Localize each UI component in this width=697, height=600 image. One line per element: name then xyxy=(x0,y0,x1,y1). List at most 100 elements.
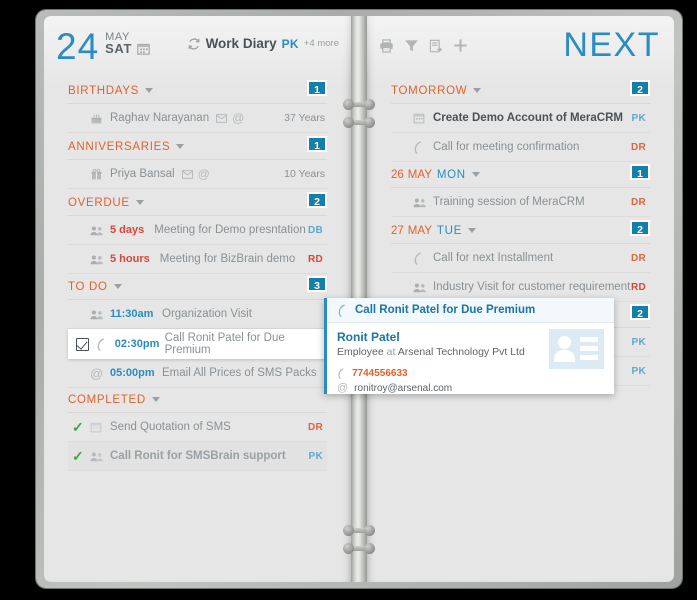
section-badge: 2 xyxy=(630,220,650,236)
chevron-down-icon[interactable] xyxy=(151,397,160,402)
list-item-selected[interactable]: 02:30pm Call Ronit Patel for Due Premium xyxy=(68,329,336,359)
list-item-years: 37 Years xyxy=(284,112,325,124)
list-item[interactable]: ✓ Call Ronit for SMSBrain support PK xyxy=(68,442,327,471)
section-badge: 1 xyxy=(307,136,327,152)
phone-icon xyxy=(413,140,433,154)
page-title: NEXT xyxy=(563,26,660,64)
list-item-time: 02:30pm xyxy=(114,338,160,350)
phone-icon xyxy=(96,337,115,351)
calendar-icon[interactable] xyxy=(137,42,150,55)
list-item-time: 05:00pm xyxy=(110,367,155,379)
list-item-time: 5 hours xyxy=(110,253,150,265)
contact-phone[interactable]: 7744556633 xyxy=(352,367,408,380)
chevron-down-icon[interactable] xyxy=(135,200,144,205)
section-badge: 2 xyxy=(630,80,650,96)
section-date-day: 26 xyxy=(391,168,404,181)
check-icon: ✓ xyxy=(72,447,84,464)
list-item-initials: DB xyxy=(307,224,323,236)
section-header-todo[interactable]: TO DO 3 xyxy=(68,274,327,300)
print-icon[interactable] xyxy=(379,38,394,53)
add-icon[interactable] xyxy=(453,38,468,53)
section-header-tomorrow[interactable]: TOMORROW 2 xyxy=(391,78,650,104)
list-item-label: Organization Visit xyxy=(162,308,252,320)
calendar-icon xyxy=(90,421,110,433)
people-icon xyxy=(413,197,433,208)
section-tomorrow: TOMORROW 2 Create Demo Account of MeraCR… xyxy=(391,78,650,162)
work-diary-selector[interactable]: Work Diary PK +4 more xyxy=(187,36,339,51)
work-diary-more[interactable]: +4 more xyxy=(304,38,339,49)
list-item[interactable]: Training session of MeraCRM DR xyxy=(391,188,650,217)
chevron-down-icon[interactable] xyxy=(467,228,476,233)
list-item[interactable]: 5 days Meeting for Demo presntation DB xyxy=(68,216,327,245)
contact-email-line[interactable]: @ ronitroy@arsenal.com xyxy=(337,382,604,395)
spiral-ring xyxy=(343,525,375,536)
list-item[interactable]: Priya Bansal @ 10 Years xyxy=(68,160,327,189)
contact-role: Employee xyxy=(337,346,384,358)
contact-company: Arsenal Technology Pvt Ltd xyxy=(397,346,525,358)
at-icon: @ xyxy=(337,382,349,394)
list-item[interactable]: ✓ Send Quotation of SMS DR xyxy=(68,413,327,442)
chevron-down-icon[interactable] xyxy=(471,172,480,177)
work-diary-owner: PK xyxy=(281,36,299,51)
section-title: OVERDUE xyxy=(68,196,130,209)
section-todo: TO DO 3 11:30am Organization Visit 02:30… xyxy=(68,274,336,388)
phone-icon xyxy=(413,251,433,265)
contact-popup-card[interactable]: Call Ronit Patel for Due Premium Ronit P… xyxy=(324,298,614,394)
people-icon xyxy=(90,225,110,236)
section-header-birthdays[interactable]: BIRTHDAYS 1 xyxy=(68,78,327,104)
section-date-month: MAY xyxy=(407,224,432,237)
spiral-ring xyxy=(343,99,375,110)
day-number: 24 xyxy=(56,26,100,67)
list-item-label: Priya Bansal xyxy=(110,168,175,180)
filter-icon[interactable] xyxy=(404,39,419,53)
at-icon[interactable]: @ xyxy=(232,111,244,125)
section-date-day: 27 xyxy=(391,224,404,237)
contact-email[interactable]: ronitroy@arsenal.com xyxy=(354,382,452,395)
chevron-down-icon[interactable] xyxy=(113,284,122,289)
list-item-label: Industry Visit for customer requirement xyxy=(433,281,631,293)
calendar-icon xyxy=(413,112,433,124)
section-header-27-may[interactable]: 27 MAY TUE 2 xyxy=(391,218,650,244)
list-item-initials: PK xyxy=(631,365,646,377)
list-item-label: Call Ronit Patel for Due Premium xyxy=(164,332,285,356)
list-item[interactable]: Create Demo Account of MeraCRM PK xyxy=(391,104,650,133)
envelope-icon[interactable] xyxy=(181,169,193,179)
list-item-label: Email All Prices of SMS Packs xyxy=(162,367,317,379)
section-badge: 2 xyxy=(307,192,327,208)
section-26-may: 26 MAY MON 1 Training session of MeraCRM… xyxy=(391,162,650,217)
section-title: ANNIVERSARIES xyxy=(68,140,171,153)
checkbox-checked-icon[interactable] xyxy=(76,337,89,351)
at-icon[interactable]: @ xyxy=(198,167,210,181)
list-item[interactable]: 5 hours Meeting for BizBrain demo RD xyxy=(68,245,327,274)
list-item[interactable]: @ 05:00pm Email All Prices of SMS Packs xyxy=(68,359,327,388)
spiral-ring xyxy=(343,543,375,554)
section-title: MON xyxy=(436,168,466,181)
phone-icon xyxy=(337,303,348,317)
people-icon xyxy=(90,254,110,265)
section-header-anniversaries[interactable]: ANNIVERSARIES 1 xyxy=(68,134,327,160)
envelope-icon[interactable] xyxy=(216,113,228,123)
list-item-label: Meeting for BizBrain demo xyxy=(159,253,296,265)
list-item-initials: PK xyxy=(631,112,646,124)
phone-icon xyxy=(337,368,346,379)
list-item[interactable]: Raghav Narayanan @ 37 Years xyxy=(68,104,327,133)
section-title: COMPLETED xyxy=(68,393,146,406)
section-header-completed[interactable]: COMPLETED xyxy=(68,387,327,413)
export-note-icon[interactable] xyxy=(429,39,443,53)
section-title: TOMORROW xyxy=(391,84,468,97)
section-header-overdue[interactable]: OVERDUE 2 xyxy=(68,190,327,216)
work-diary-label: Work Diary xyxy=(205,36,277,51)
notebook-pages: 24 MAY SAT Work Diary PK +4 more BIRTHDA… xyxy=(44,16,674,582)
list-item[interactable]: Call for meeting confirmation DR xyxy=(391,133,650,162)
popup-body: Ronit Patel Employee at Arsenal Technolo… xyxy=(327,323,614,395)
section-header-26-may[interactable]: 26 MAY MON 1 xyxy=(391,162,650,188)
chevron-down-icon[interactable] xyxy=(176,144,185,149)
list-item-initials: DR xyxy=(630,196,646,208)
list-item[interactable]: 11:30am Organization Visit xyxy=(68,300,327,329)
list-item[interactable]: Call for next Installment DR xyxy=(391,244,650,273)
section-date-month: MAY xyxy=(407,168,432,181)
section-badge: 1 xyxy=(307,80,327,96)
list-item-label: Raghav Narayanan xyxy=(110,112,210,124)
chevron-down-icon[interactable] xyxy=(145,88,154,93)
chevron-down-icon[interactable] xyxy=(473,88,482,93)
